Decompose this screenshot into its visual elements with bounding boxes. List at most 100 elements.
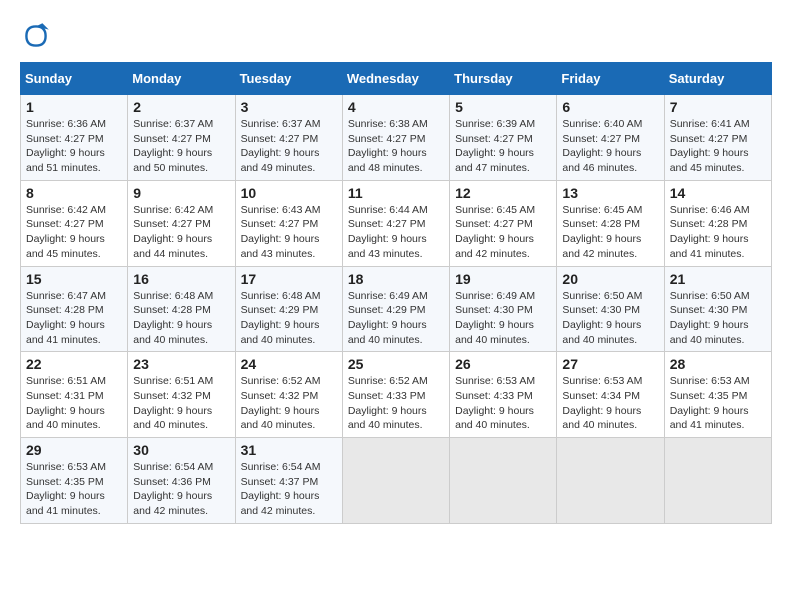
day-info: Sunrise: 6:39 AM Sunset: 4:27 PM Dayligh… bbox=[455, 117, 551, 176]
weekday-header-sunday: Sunday bbox=[21, 63, 128, 95]
day-info: Sunrise: 6:49 AM Sunset: 4:29 PM Dayligh… bbox=[348, 289, 444, 348]
day-number: 4 bbox=[348, 99, 444, 115]
calendar-cell: 25 Sunrise: 6:52 AM Sunset: 4:33 PM Dayli… bbox=[342, 352, 449, 438]
day-number: 25 bbox=[348, 356, 444, 372]
calendar-cell bbox=[450, 438, 557, 524]
day-info: Sunrise: 6:51 AM Sunset: 4:32 PM Dayligh… bbox=[133, 374, 229, 433]
calendar-cell: 16 Sunrise: 6:48 AM Sunset: 4:28 PM Dayli… bbox=[128, 266, 235, 352]
day-info: Sunrise: 6:45 AM Sunset: 4:27 PM Dayligh… bbox=[455, 203, 551, 262]
day-info: Sunrise: 6:53 AM Sunset: 4:35 PM Dayligh… bbox=[26, 460, 122, 519]
day-info: Sunrise: 6:43 AM Sunset: 4:27 PM Dayligh… bbox=[241, 203, 337, 262]
calendar-cell bbox=[557, 438, 664, 524]
weekday-header-tuesday: Tuesday bbox=[235, 63, 342, 95]
day-number: 8 bbox=[26, 185, 122, 201]
calendar-cell: 3 Sunrise: 6:37 AM Sunset: 4:27 PM Daylig… bbox=[235, 95, 342, 181]
calendar-cell: 30 Sunrise: 6:54 AM Sunset: 4:36 PM Dayli… bbox=[128, 438, 235, 524]
calendar-cell: 13 Sunrise: 6:45 AM Sunset: 4:28 PM Dayli… bbox=[557, 180, 664, 266]
day-number: 1 bbox=[26, 99, 122, 115]
day-info: Sunrise: 6:54 AM Sunset: 4:36 PM Dayligh… bbox=[133, 460, 229, 519]
day-info: Sunrise: 6:53 AM Sunset: 4:35 PM Dayligh… bbox=[670, 374, 766, 433]
day-number: 31 bbox=[241, 442, 337, 458]
calendar-cell: 19Sunrise: 6:49 AM Sunset: 4:30 PM Dayli… bbox=[450, 266, 557, 352]
day-info: Sunrise: 6:48 AM Sunset: 4:28 PM Dayligh… bbox=[133, 289, 229, 348]
weekday-header-monday: Monday bbox=[128, 63, 235, 95]
calendar-cell bbox=[342, 438, 449, 524]
calendar-cell: 2Sunrise: 6:37 AM Sunset: 4:27 PM Daylig… bbox=[128, 95, 235, 181]
day-number: 13 bbox=[562, 185, 658, 201]
day-number: 22 bbox=[26, 356, 122, 372]
day-info: Sunrise: 6:42 AM Sunset: 4:27 PM Dayligh… bbox=[133, 203, 229, 262]
calendar-cell: 23 Sunrise: 6:51 AM Sunset: 4:32 PM Dayli… bbox=[128, 352, 235, 438]
day-number: 27 bbox=[562, 356, 658, 372]
calendar-cell: 20 Sunrise: 6:50 AM Sunset: 4:30 PM Dayli… bbox=[557, 266, 664, 352]
day-number: 18 bbox=[348, 271, 444, 287]
calendar-cell: 29Sunrise: 6:53 AM Sunset: 4:35 PM Dayli… bbox=[21, 438, 128, 524]
calendar-cell: 10 Sunrise: 6:43 AM Sunset: 4:27 PM Dayli… bbox=[235, 180, 342, 266]
calendar-cell: 21 Sunrise: 6:50 AM Sunset: 4:30 PM Dayli… bbox=[664, 266, 771, 352]
day-number: 11 bbox=[348, 185, 444, 201]
day-number: 16 bbox=[133, 271, 229, 287]
day-number: 28 bbox=[670, 356, 766, 372]
calendar-cell: 8 Sunrise: 6:42 AM Sunset: 4:27 PM Daylig… bbox=[21, 180, 128, 266]
calendar-cell: 28 Sunrise: 6:53 AM Sunset: 4:35 PM Dayli… bbox=[664, 352, 771, 438]
day-number: 19 bbox=[455, 271, 551, 287]
calendar-cell: 27 Sunrise: 6:53 AM Sunset: 4:34 PM Dayli… bbox=[557, 352, 664, 438]
day-number: 17 bbox=[241, 271, 337, 287]
calendar-week-row: 29Sunrise: 6:53 AM Sunset: 4:35 PM Dayli… bbox=[21, 438, 772, 524]
day-number: 2 bbox=[133, 99, 229, 115]
calendar-cell: 9 Sunrise: 6:42 AM Sunset: 4:27 PM Daylig… bbox=[128, 180, 235, 266]
calendar-cell: 18 Sunrise: 6:49 AM Sunset: 4:29 PM Dayli… bbox=[342, 266, 449, 352]
calendar-cell: 17 Sunrise: 6:48 AM Sunset: 4:29 PM Dayli… bbox=[235, 266, 342, 352]
calendar-cell: 24 Sunrise: 6:52 AM Sunset: 4:32 PM Dayli… bbox=[235, 352, 342, 438]
day-number: 5 bbox=[455, 99, 551, 115]
logo-icon bbox=[20, 20, 52, 52]
day-info: Sunrise: 6:47 AM Sunset: 4:28 PM Dayligh… bbox=[26, 289, 122, 348]
day-number: 3 bbox=[241, 99, 337, 115]
day-info: Sunrise: 6:40 AM Sunset: 4:27 PM Dayligh… bbox=[562, 117, 658, 176]
day-info: Sunrise: 6:52 AM Sunset: 4:33 PM Dayligh… bbox=[348, 374, 444, 433]
calendar-week-row: 15Sunrise: 6:47 AM Sunset: 4:28 PM Dayli… bbox=[21, 266, 772, 352]
day-number: 7 bbox=[670, 99, 766, 115]
day-number: 9 bbox=[133, 185, 229, 201]
day-info: Sunrise: 6:53 AM Sunset: 4:34 PM Dayligh… bbox=[562, 374, 658, 433]
calendar-cell: 31Sunrise: 6:54 AM Sunset: 4:37 PM Dayli… bbox=[235, 438, 342, 524]
day-info: Sunrise: 6:46 AM Sunset: 4:28 PM Dayligh… bbox=[670, 203, 766, 262]
day-info: Sunrise: 6:36 AM Sunset: 4:27 PM Dayligh… bbox=[26, 117, 122, 176]
calendar-cell: 4 Sunrise: 6:38 AM Sunset: 4:27 PM Daylig… bbox=[342, 95, 449, 181]
calendar-cell: 6 Sunrise: 6:40 AM Sunset: 4:27 PM Daylig… bbox=[557, 95, 664, 181]
calendar-cell: 1 Sunrise: 6:36 AM Sunset: 4:27 PM Daylig… bbox=[21, 95, 128, 181]
weekday-header-thursday: Thursday bbox=[450, 63, 557, 95]
weekday-header-friday: Friday bbox=[557, 63, 664, 95]
day-info: Sunrise: 6:37 AM Sunset: 4:27 PM Dayligh… bbox=[241, 117, 337, 176]
day-number: 24 bbox=[241, 356, 337, 372]
day-info: Sunrise: 6:50 AM Sunset: 4:30 PM Dayligh… bbox=[670, 289, 766, 348]
calendar-week-row: 8 Sunrise: 6:42 AM Sunset: 4:27 PM Daylig… bbox=[21, 180, 772, 266]
day-number: 10 bbox=[241, 185, 337, 201]
day-number: 14 bbox=[670, 185, 766, 201]
calendar-cell: 15Sunrise: 6:47 AM Sunset: 4:28 PM Dayli… bbox=[21, 266, 128, 352]
day-info: Sunrise: 6:42 AM Sunset: 4:27 PM Dayligh… bbox=[26, 203, 122, 262]
calendar-cell: 11 Sunrise: 6:44 AM Sunset: 4:27 PM Dayli… bbox=[342, 180, 449, 266]
weekday-header-saturday: Saturday bbox=[664, 63, 771, 95]
calendar-cell: 7 Sunrise: 6:41 AM Sunset: 4:27 PM Daylig… bbox=[664, 95, 771, 181]
calendar-cell: 26Sunrise: 6:53 AM Sunset: 4:33 PM Dayli… bbox=[450, 352, 557, 438]
page-header bbox=[20, 20, 772, 52]
calendar-week-row: 1 Sunrise: 6:36 AM Sunset: 4:27 PM Daylig… bbox=[21, 95, 772, 181]
weekday-header-row: SundayMondayTuesdayWednesdayThursdayFrid… bbox=[21, 63, 772, 95]
day-info: Sunrise: 6:45 AM Sunset: 4:28 PM Dayligh… bbox=[562, 203, 658, 262]
day-info: Sunrise: 6:48 AM Sunset: 4:29 PM Dayligh… bbox=[241, 289, 337, 348]
day-number: 6 bbox=[562, 99, 658, 115]
day-number: 23 bbox=[133, 356, 229, 372]
calendar-week-row: 22 Sunrise: 6:51 AM Sunset: 4:31 PM Dayli… bbox=[21, 352, 772, 438]
calendar-cell: 14 Sunrise: 6:46 AM Sunset: 4:28 PM Dayli… bbox=[664, 180, 771, 266]
day-number: 30 bbox=[133, 442, 229, 458]
day-info: Sunrise: 6:44 AM Sunset: 4:27 PM Dayligh… bbox=[348, 203, 444, 262]
day-info: Sunrise: 6:51 AM Sunset: 4:31 PM Dayligh… bbox=[26, 374, 122, 433]
day-number: 20 bbox=[562, 271, 658, 287]
day-info: Sunrise: 6:41 AM Sunset: 4:27 PM Dayligh… bbox=[670, 117, 766, 176]
day-number: 26 bbox=[455, 356, 551, 372]
day-info: Sunrise: 6:38 AM Sunset: 4:27 PM Dayligh… bbox=[348, 117, 444, 176]
day-info: Sunrise: 6:52 AM Sunset: 4:32 PM Dayligh… bbox=[241, 374, 337, 433]
day-number: 21 bbox=[670, 271, 766, 287]
day-info: Sunrise: 6:50 AM Sunset: 4:30 PM Dayligh… bbox=[562, 289, 658, 348]
